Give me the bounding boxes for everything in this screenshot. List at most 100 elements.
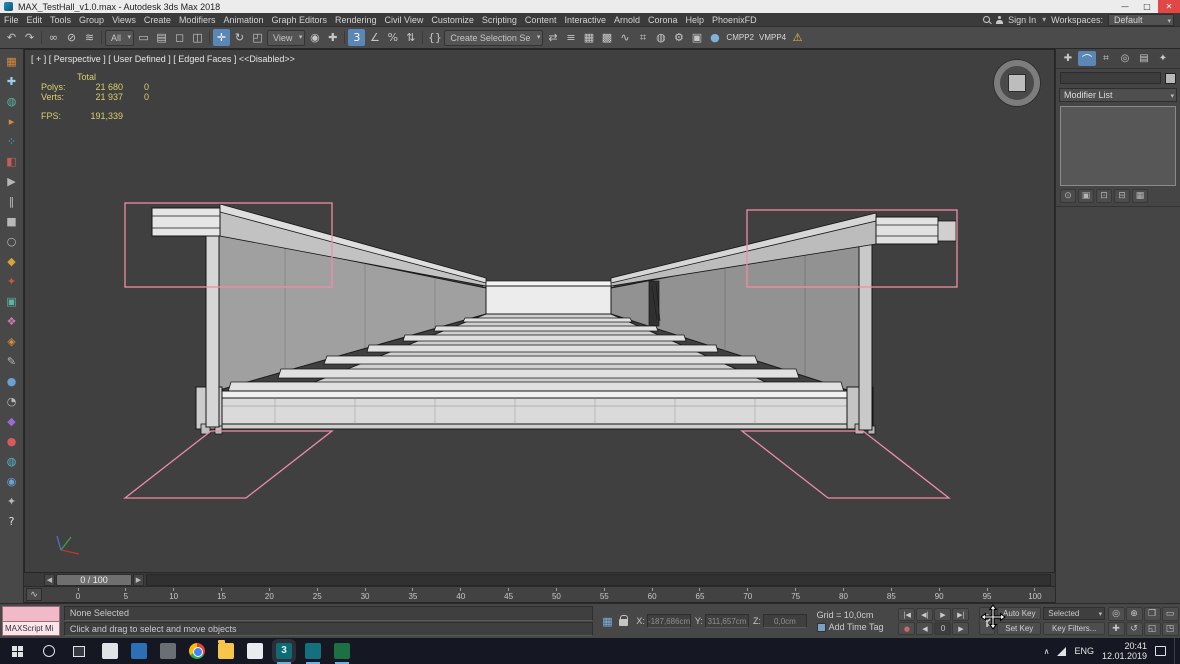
display-tab-icon[interactable]: ▤ [1135, 51, 1153, 66]
taskbar-app-8[interactable] [305, 643, 321, 659]
menu-arnold[interactable]: Arnold [610, 13, 644, 26]
show-desktop-button[interactable] [1174, 638, 1178, 664]
orange-arrow-tool-icon[interactable]: ▸ [3, 113, 20, 130]
y-coordinate-field[interactable]: 311,657cm [705, 614, 749, 628]
create-tab-icon[interactable]: ✚ [1059, 51, 1077, 66]
selection-lock-toggle-icon[interactable] [619, 619, 628, 626]
reference-coordinate-system-dropdown[interactable]: View [267, 30, 305, 46]
macro-recorder-strip[interactable] [2, 606, 60, 622]
taskbar-app-6[interactable] [247, 643, 263, 659]
time-slider[interactable]: ◀ 0 / 100 ▶ [24, 573, 1055, 587]
unlink-selection-icon[interactable]: ⊘ [63, 29, 80, 46]
task-view-button[interactable] [64, 646, 94, 657]
menu-help[interactable]: Help [682, 13, 709, 26]
material-editor-icon[interactable]: ◍ [652, 29, 669, 46]
spark-tool-icon[interactable]: ✦ [3, 273, 20, 290]
half-shade-tool-icon[interactable]: ◧ [3, 153, 20, 170]
menu-tools[interactable]: Tools [46, 13, 75, 26]
pin-stack-icon[interactable]: ⊙ [1060, 189, 1076, 203]
play-tool-icon[interactable]: ▶ [3, 173, 20, 190]
rectangular-selection-region-icon[interactable]: ◻ [171, 29, 188, 46]
3ds-max-taskbar-icon[interactable]: 3 [276, 643, 292, 659]
language-indicator[interactable]: ENG [1074, 646, 1094, 656]
select-and-move-icon[interactable]: ✛ [213, 29, 230, 46]
pause-tool-icon[interactable]: ‖ [3, 193, 20, 210]
gem-tool-icon[interactable]: ◈ [3, 333, 20, 350]
zoom-icon[interactable]: ◎ [1108, 607, 1125, 621]
use-pivot-point-center-icon[interactable]: ◉ [306, 29, 323, 46]
open-mini-curve-editor-button[interactable]: ∿ [26, 588, 42, 601]
select-and-rotate-icon[interactable]: ↻ [231, 29, 248, 46]
warning-icon[interactable]: ⚠ [789, 29, 806, 46]
blue-sphere-tool-icon[interactable]: ● [3, 373, 20, 390]
teal-sphere-tool-icon[interactable]: ◍ [3, 93, 20, 110]
select-and-scale-icon[interactable]: ◰ [249, 29, 266, 46]
align-icon[interactable]: ≡ [562, 29, 579, 46]
window-crossing-toggle-icon[interactable]: ◫ [189, 29, 206, 46]
minimize-button[interactable]: — [1114, 0, 1136, 13]
menu-graph-editors[interactable]: Graph Editors [267, 13, 331, 26]
add-time-tag-button[interactable]: Add Time Tag [817, 622, 899, 632]
snaps-toggle-icon[interactable]: 3 [348, 29, 365, 46]
particles-tool-icon[interactable]: ⁘ [3, 133, 20, 150]
bind-to-space-warp-icon[interactable]: ≋ [81, 29, 98, 46]
help-tool-icon[interactable]: ? [3, 513, 20, 530]
chrome-icon[interactable] [189, 643, 205, 659]
remove-modifier-icon[interactable]: ⊟ [1114, 189, 1130, 203]
viewcube-face[interactable] [1008, 74, 1026, 92]
pan-view-icon[interactable]: ✚ [1108, 622, 1125, 636]
sign-in-button[interactable]: Sign In [1008, 15, 1046, 25]
select-by-name-icon[interactable]: ▤ [153, 29, 170, 46]
time-slider-track[interactable] [146, 574, 1051, 586]
orange-diamond-tool-icon[interactable]: ◆ [3, 253, 20, 270]
object-name-field[interactable] [1060, 72, 1161, 84]
taskbar-app-1[interactable] [102, 643, 118, 659]
maximize-button[interactable]: □ [1136, 0, 1158, 13]
menu-corona[interactable]: Corona [644, 13, 682, 26]
maxscript-listener-strip[interactable]: MAXScript Mi [2, 622, 60, 637]
modifier-stack-list[interactable] [1060, 106, 1176, 186]
z-coordinate-field[interactable]: 0,0cm [763, 614, 807, 628]
clock-tool-icon[interactable]: ◔ [3, 393, 20, 410]
select-and-link-icon[interactable]: ∞ [45, 29, 62, 46]
menu-scripting[interactable]: Scripting [478, 13, 521, 26]
utilities-tab-icon[interactable]: ✦ [1154, 51, 1172, 66]
time-slider-back-button[interactable]: ◀ [44, 574, 55, 586]
percent-snap-toggle-icon[interactable]: % [384, 29, 401, 46]
tray-chevron-icon[interactable]: ∧ [1044, 647, 1050, 656]
edit-named-selection-sets-icon[interactable]: {} [426, 29, 443, 46]
select-and-manipulate-icon[interactable]: ✚ [324, 29, 341, 46]
go-to-end-button[interactable]: ▶| [952, 608, 969, 621]
menu-create[interactable]: Create [140, 13, 175, 26]
motion-tab-icon[interactable]: ◎ [1116, 51, 1134, 66]
auto-key-button[interactable]: Auto Key [997, 607, 1041, 620]
close-button[interactable]: ✕ [1158, 0, 1180, 13]
zoom-extents-all-icon[interactable]: ❒ [1144, 607, 1161, 621]
spinner-snap-toggle-icon[interactable]: ⇅ [402, 29, 419, 46]
set-key-button[interactable]: Set Key [997, 622, 1041, 635]
network-icon[interactable] [1057, 647, 1066, 656]
taskbar-app-3[interactable] [160, 643, 176, 659]
action-center-icon[interactable] [1155, 646, 1166, 656]
menu-edit[interactable]: Edit [23, 13, 47, 26]
show-end-result-icon[interactable]: ▣ [1078, 189, 1094, 203]
viewcube[interactable] [994, 60, 1040, 106]
taskbar-app-2[interactable] [131, 643, 147, 659]
cluster-tool-icon[interactable]: ❖ [3, 313, 20, 330]
grid-tool-icon[interactable]: ▦ [3, 53, 20, 70]
mirror-icon[interactable]: ⇄ [544, 29, 561, 46]
modifier-list-dropdown[interactable]: Modifier List [1059, 88, 1177, 102]
menu-civil-view[interactable]: Civil View [381, 13, 428, 26]
go-to-start-button[interactable]: |◀ [898, 608, 915, 621]
set-keys-button[interactable] [979, 607, 995, 635]
menu-views[interactable]: Views [108, 13, 140, 26]
previous-key-button[interactable]: ◀ [916, 622, 933, 635]
maximize-viewport-toggle-icon[interactable]: ◳ [1162, 622, 1179, 636]
zoom-region-icon[interactable]: ◱ [1144, 622, 1161, 636]
menu-modifiers[interactable]: Modifiers [175, 13, 220, 26]
stop-tool-icon[interactable]: ■ [3, 213, 20, 230]
menu-group[interactable]: Group [75, 13, 108, 26]
pencil-tool-icon[interactable]: ✎ [3, 353, 20, 370]
taskbar-app-9[interactable] [334, 643, 350, 659]
menu-phoenixfd[interactable]: PhoenixFD [708, 13, 761, 26]
